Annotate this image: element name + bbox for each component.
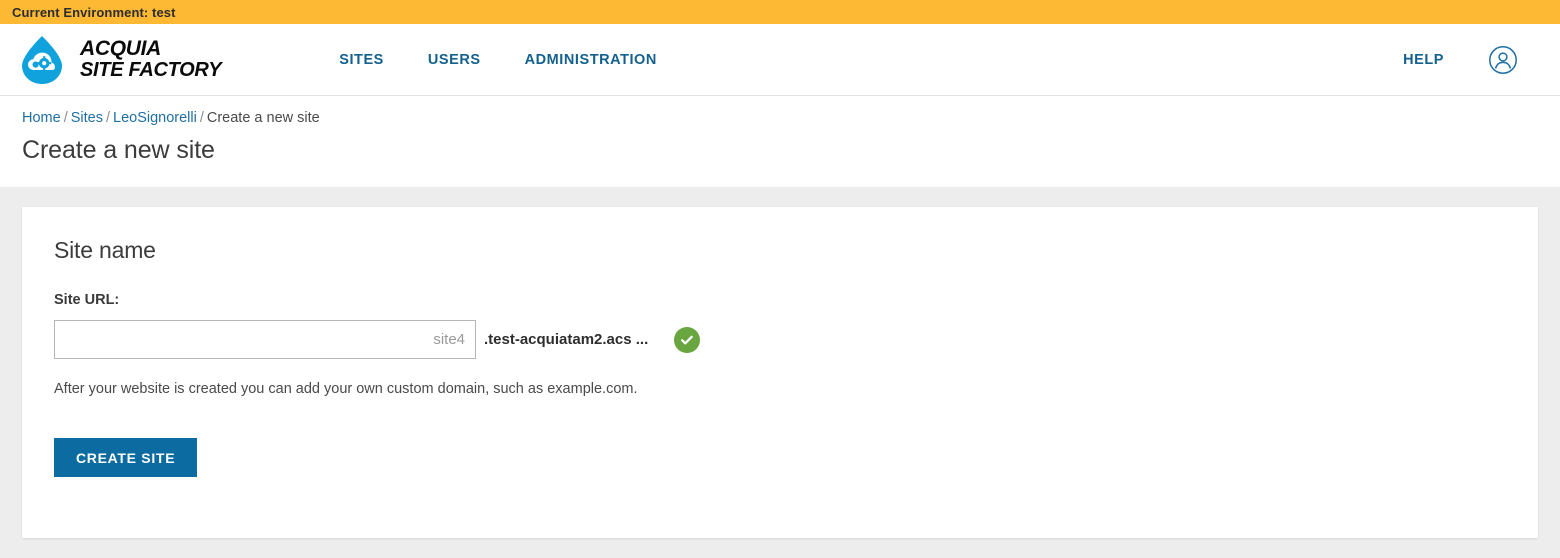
breadcrumb-item-home[interactable]: Home: [22, 110, 61, 126]
breadcrumb: Home / Sites / LeoSignorelli / Create a new si…: [22, 110, 1560, 126]
site-url-help-text: After your website is created you can ad…: [54, 381, 638, 397]
environment-banner: Current Environment: test: [0, 0, 1560, 24]
site-url-row: .test-acquiatam2.acs ...: [54, 320, 1506, 359]
create-site-button[interactable]: CREATE SITE: [54, 438, 198, 477]
nav-item-sites[interactable]: SITES: [339, 52, 384, 68]
breadcrumb-separator: /: [63, 110, 68, 126]
site-url-domain-suffix: .test-acquiatam2.acs ...: [484, 331, 649, 348]
breadcrumb-separator: /: [105, 110, 110, 126]
page-title: Create a new site: [22, 136, 215, 164]
primary-navigation: SITES USERS ADMINISTRATION: [339, 52, 657, 68]
content-area: Site name Site URL: .test-acquiatam2.acs…: [0, 187, 1560, 558]
create-site-card: Site name Site URL: .test-acquiatam2.acs…: [22, 207, 1538, 538]
header-utility-area: HELP: [1403, 45, 1560, 75]
brand-line-2: SITE FACTORY: [80, 59, 222, 82]
user-avatar-icon[interactable]: [1488, 45, 1518, 75]
check-circle-icon: [674, 326, 701, 353]
card-title: Site name: [54, 237, 156, 263]
help-link[interactable]: HELP: [1403, 52, 1444, 68]
brand-line-1: ACQUIA: [80, 37, 162, 61]
brand-wordmark: ACQUIA SITE FACTORY: [80, 37, 222, 82]
nav-item-users[interactable]: USERS: [428, 52, 481, 68]
site-header: ACQUIA SITE FACTORY SITES USERS ADMINIST…: [0, 24, 1560, 96]
acquia-droplet-logo-icon: [16, 34, 68, 86]
breadcrumb-item-sites[interactable]: Sites: [71, 110, 103, 126]
nav-item-administration[interactable]: ADMINISTRATION: [525, 52, 657, 68]
site-url-label: Site URL:: [54, 292, 120, 308]
breadcrumb-item-current: Create a new site: [206, 110, 320, 126]
site-url-input[interactable]: [54, 320, 476, 359]
breadcrumb-item-leosignorelli[interactable]: LeoSignorelli: [113, 110, 197, 126]
page-heading-block: Home / Sites / LeoSignorelli / Create a new si…: [0, 96, 1560, 187]
environment-banner-text: Current Environment: test: [12, 4, 176, 20]
breadcrumb-separator: /: [199, 110, 204, 126]
logo-link[interactable]: ACQUIA SITE FACTORY: [16, 34, 222, 86]
